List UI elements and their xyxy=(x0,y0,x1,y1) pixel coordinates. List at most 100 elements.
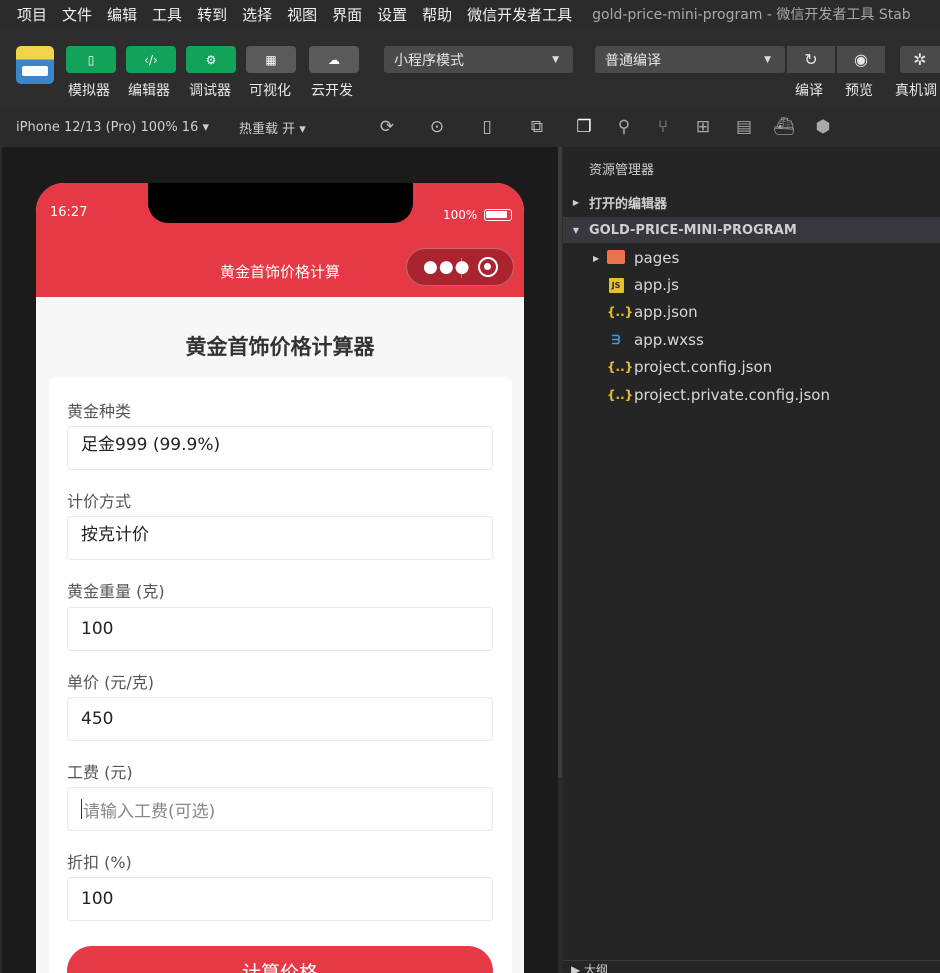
editor-label: 编辑器 xyxy=(128,83,170,99)
calculate-button[interactable]: 计算价格 xyxy=(67,946,493,973)
files-icon[interactable]: ❐ xyxy=(573,116,595,138)
outline-section[interactable]: ▶ 大纲 xyxy=(563,960,940,973)
more-icon[interactable]: ●●● xyxy=(423,257,471,277)
file-item-app-js[interactable]: JS app.js xyxy=(563,272,940,298)
compile-select[interactable]: 普通编译 ▼ xyxy=(595,46,785,73)
labor-fee-placeholder: 请输入工费(可选) xyxy=(83,801,216,822)
visual-button[interactable]: ▦ xyxy=(246,46,296,73)
cloud-button[interactable]: ☁ xyxy=(309,46,359,73)
extensions-icon[interactable]: ⊞ xyxy=(692,116,714,138)
rotate-icon[interactable]: ⟳ xyxy=(377,117,397,137)
phone-icon: ▯ xyxy=(87,52,95,67)
mode-select-value: 小程序模式 xyxy=(394,52,464,69)
menu-file[interactable]: 文件 xyxy=(62,4,92,25)
compile-button[interactable]: ↻ xyxy=(787,46,835,73)
file-name: app.json xyxy=(634,303,698,321)
multi-window-icon[interactable]: ⧉ xyxy=(527,117,547,137)
weight-input[interactable]: 100 xyxy=(67,607,493,651)
pricing-method-picker[interactable]: 按克计价 xyxy=(67,516,493,560)
unit-price-value: 450 xyxy=(81,709,114,729)
js-file-icon: JS xyxy=(607,277,625,293)
menu-goto[interactable]: 转到 xyxy=(197,4,227,25)
battery-percent: 100% xyxy=(443,208,478,222)
file-name: pages xyxy=(634,249,680,267)
discount-input[interactable]: 100 xyxy=(67,877,493,921)
capsule-divider xyxy=(461,258,462,278)
text-cursor xyxy=(81,799,82,819)
device-select[interactable]: iPhone 12/13 (Pro) 100% 16 ▾ xyxy=(16,120,209,135)
source-control-icon[interactable]: ⑂ xyxy=(652,116,674,138)
compile-label: 编译 xyxy=(795,83,823,99)
search-icon[interactable]: ⚲ xyxy=(613,116,635,138)
plugin-icon[interactable]: ⬢ xyxy=(812,116,834,138)
gold-type-label: 黄金种类 xyxy=(67,402,132,421)
menu-project[interactable]: 项目 xyxy=(17,4,47,25)
debug-icon: ⚙ xyxy=(205,52,217,67)
window-title: gold-price-mini-program - 微信开发者工具 Stab xyxy=(592,7,911,23)
panel-splitter[interactable] xyxy=(558,147,562,777)
storage-icon[interactable]: ▤ xyxy=(733,116,755,138)
file-item-app-wxss[interactable]: ᗱ app.wxss xyxy=(563,327,940,353)
folder-icon xyxy=(607,249,625,267)
labor-fee-label: 工费 (元) xyxy=(67,763,133,782)
chevron-down-icon: ▼ xyxy=(552,54,559,65)
menu-wechat-devtools[interactable]: 微信开发者工具 xyxy=(467,4,572,25)
phone-preview-icon[interactable]: ▯ xyxy=(477,117,497,137)
json-file-icon: {..} xyxy=(607,360,634,374)
refresh-icon: ↻ xyxy=(804,50,818,69)
layout-icon: ▦ xyxy=(265,52,277,67)
mode-select[interactable]: 小程序模式 ▼ xyxy=(384,46,573,73)
file-name: app.js xyxy=(634,276,679,294)
chevron-right-icon: ▶ xyxy=(572,197,580,207)
project-section[interactable]: ▼ GOLD-PRICE-MINI-PROGRAM xyxy=(563,217,940,243)
menu-settings[interactable]: 设置 xyxy=(377,4,407,25)
status-time: 16:27 xyxy=(50,205,88,220)
app-logo[interactable] xyxy=(16,46,54,84)
menu-interface[interactable]: 界面 xyxy=(332,4,362,25)
menu-help[interactable]: 帮助 xyxy=(422,4,452,25)
battery-icon xyxy=(484,209,512,221)
editor-button[interactable]: ‹/› xyxy=(126,46,176,73)
code-icon: ‹/› xyxy=(144,52,158,67)
file-item-project-private-config[interactable]: {..} project.private.config.json xyxy=(563,382,940,408)
explorer-title: 资源管理器 xyxy=(589,163,655,178)
debugger-label: 调试器 xyxy=(189,83,231,99)
preview-button[interactable]: ◉ xyxy=(837,46,885,73)
pricing-method-value: 按克计价 xyxy=(81,525,149,545)
chevron-down-icon: ▼ xyxy=(572,225,580,235)
weight-label: 黄金重量 (克) xyxy=(67,582,165,601)
json-file-icon: {..} xyxy=(607,388,634,402)
stop-icon[interactable]: ⊙ xyxy=(427,117,447,137)
gold-type-picker[interactable]: 足金999 (99.9%) xyxy=(67,426,493,470)
docker-icon[interactable]: ⛴ xyxy=(773,116,795,138)
debugger-button[interactable]: ⚙ xyxy=(186,46,236,73)
real-debug-label: 真机调 xyxy=(895,83,937,99)
file-name: app.wxss xyxy=(634,331,704,349)
file-item-pages[interactable]: ▶ pages xyxy=(563,245,940,271)
simulator-label: 模拟器 xyxy=(68,83,110,99)
unit-price-input[interactable]: 450 xyxy=(67,697,493,741)
pricing-method-label: 计价方式 xyxy=(67,492,132,511)
simulator-button[interactable]: ▯ xyxy=(66,46,116,73)
menu-view[interactable]: 视图 xyxy=(287,4,317,25)
file-item-project-config[interactable]: {..} project.config.json xyxy=(563,354,940,380)
discount-value: 100 xyxy=(81,889,114,909)
close-target-icon[interactable] xyxy=(478,257,498,277)
hot-reload-toggle[interactable]: 热重载 开 ▾ xyxy=(239,118,306,137)
file-name: project.private.config.json xyxy=(634,386,830,404)
menu-tools[interactable]: 工具 xyxy=(152,4,182,25)
phone-notch xyxy=(148,183,413,223)
menu-select[interactable]: 选择 xyxy=(242,4,272,25)
page-title: 黄金首饰价格计算器 xyxy=(185,335,375,359)
outline-label: 大纲 xyxy=(584,963,609,973)
real-device-debug-button[interactable]: ✲ xyxy=(900,46,940,73)
project-name: GOLD-PRICE-MINI-PROGRAM xyxy=(589,222,797,238)
labor-fee-input[interactable]: 请输入工费(可选) xyxy=(67,787,493,831)
file-item-app-json[interactable]: {..} app.json xyxy=(563,299,940,325)
open-editors-section[interactable]: ▶ 打开的编辑器 xyxy=(563,189,940,215)
unit-price-label: 单价 (元/克) xyxy=(67,673,154,692)
phone-screen: 16:27 100% 黄金首饰价格计算 ●●● 黄金首饰价格计算器 黄金种类 足… xyxy=(36,183,524,973)
menu-edit[interactable]: 编辑 xyxy=(107,4,137,25)
open-editors-label: 打开的编辑器 xyxy=(589,196,668,212)
gold-type-value: 足金999 (99.9%) xyxy=(81,435,221,455)
